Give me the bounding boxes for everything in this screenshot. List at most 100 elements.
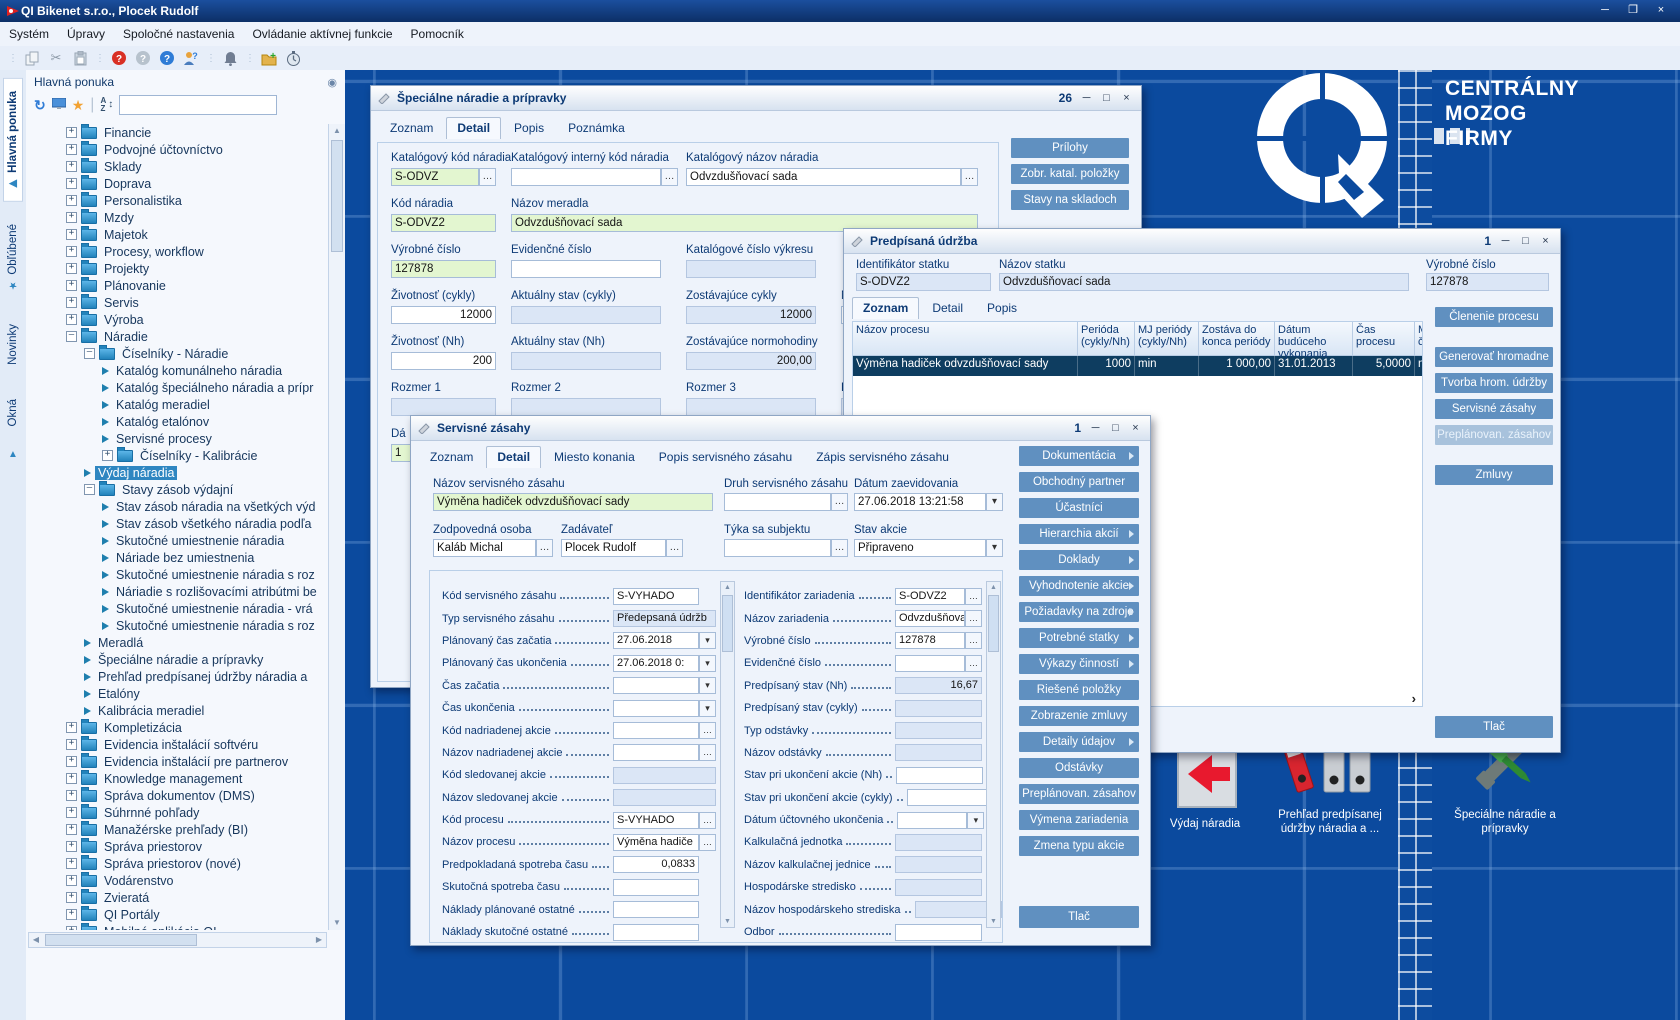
tree-expander-icon[interactable]: +	[66, 875, 77, 886]
rozmer3-field[interactable]	[686, 398, 816, 416]
tree-expander-icon[interactable]: –	[84, 484, 95, 495]
scrollbar-thumb[interactable]	[331, 140, 343, 252]
zostavajuce-normohodiny-field[interactable]: 200,00	[686, 352, 816, 370]
tree-item[interactable]: Prehľad predpísanej údržby náradia a	[26, 668, 329, 685]
tree-item[interactable]: Výdaj náradia	[26, 464, 329, 481]
field-value[interactable]	[613, 901, 699, 918]
tree-item[interactable]: – Náradie	[26, 328, 329, 345]
close-icon[interactable]: ×	[1118, 91, 1135, 106]
add-folder-icon[interactable]: +	[260, 49, 278, 67]
field-value[interactable]: S-VYHADO	[613, 812, 699, 829]
tab[interactable]: Detail	[446, 117, 501, 139]
ellipsis-button[interactable]: …	[831, 493, 848, 511]
table-header-cell[interactable]: MJ periódy (cykly/Nh)	[1135, 322, 1199, 356]
tree-expander-icon[interactable]: –	[84, 348, 95, 359]
action-button[interactable]: Tvorba hrom. údržby	[1435, 373, 1553, 393]
scrollbar-thumb[interactable]	[722, 595, 733, 652]
field-value[interactable]: 127878	[895, 632, 965, 649]
refresh-icon[interactable]: ↻	[34, 98, 46, 112]
dropdown-button[interactable]: ▾	[967, 812, 984, 829]
zivotnost-cykly-field[interactable]: 12000	[391, 306, 496, 324]
action-button[interactable]: Hierarchia akcií	[1019, 524, 1139, 544]
field-value[interactable]	[907, 789, 994, 806]
vyrobne-cislo-field[interactable]: 127878	[1426, 273, 1549, 291]
tree-item[interactable]: Náriadie s rozlišovacími atribútmi be	[26, 583, 329, 600]
tree-item[interactable]: + Mzdy	[26, 209, 329, 226]
scroll-up-arrow-icon[interactable]: ▲	[721, 582, 734, 593]
field-value[interactable]	[613, 700, 699, 717]
minimize-icon[interactable]: ─	[1087, 421, 1104, 436]
zostavajuce-cykly-field[interactable]: 12000	[686, 306, 816, 324]
tree-item[interactable]: + Súhrnné pohľady	[26, 804, 329, 821]
tree-item[interactable]: + Kompletizácia	[26, 719, 329, 736]
action-button[interactable]: Členenie procesu	[1435, 307, 1553, 327]
tree-expander-icon[interactable]: +	[66, 739, 77, 750]
tree-item[interactable]: + Mobilné aplikácie QI	[26, 923, 329, 930]
table-header-cell[interactable]: Dátum budúceho vykonania	[1275, 322, 1353, 356]
action-button[interactable]: Zobr. katal. položky	[1011, 164, 1129, 184]
field-value[interactable]	[613, 677, 699, 694]
action-button[interactable]: Výmena zariadenia	[1019, 810, 1139, 830]
aktualny-stav-cykly-field[interactable]	[511, 306, 661, 324]
scroll-down-arrow-icon[interactable]: ▼	[329, 916, 345, 930]
print-button[interactable]: Tlač	[1435, 716, 1553, 738]
field-value[interactable]	[613, 722, 699, 739]
ellipsis-button[interactable]: …	[831, 539, 848, 557]
scroll-left-arrow-icon[interactable]: ◀	[29, 933, 43, 947]
menu-item[interactable]: Pomocník	[402, 27, 473, 41]
tree-item[interactable]: + Správa dokumentov (DMS)	[26, 787, 329, 804]
minimize-icon[interactable]: ─	[1497, 234, 1514, 249]
ellipsis-button[interactable]: …	[699, 812, 716, 829]
tree-expander-icon[interactable]: +	[66, 892, 77, 903]
field-value[interactable]	[895, 700, 982, 717]
dropdown-button[interactable]: ▾	[699, 655, 716, 672]
app-maximize-button[interactable]: ❐	[1620, 3, 1646, 19]
tree-item[interactable]: – Číselníky - Náradie	[26, 345, 329, 362]
table-header-cell[interactable]: Zostáva do konca periódy	[1199, 322, 1275, 356]
window-titlebar[interactable]: Servisné zásahy 1 ─ □ ×	[411, 416, 1150, 441]
scrollbar-thumb[interactable]	[988, 595, 999, 652]
sort-az-icon[interactable]: AZ	[100, 97, 106, 113]
left-column-scrollbar[interactable]: ▲ ▼	[720, 581, 735, 928]
dropdown-button[interactable]: ▾	[699, 677, 716, 694]
field-value[interactable]: S-VYHADO	[613, 588, 699, 605]
scroll-right-arrow-icon[interactable]: ▶	[312, 933, 326, 947]
field-value[interactable]	[613, 789, 716, 806]
minimize-icon[interactable]: ─	[1078, 91, 1095, 106]
tree-expander-icon[interactable]: +	[66, 178, 77, 189]
table-header-cell[interactable]: Perióda (cykly/Nh)	[1078, 322, 1135, 356]
tree-item[interactable]: Katalóg špeciálneho náradia a prípr	[26, 379, 329, 396]
rozmer2-field[interactable]	[511, 398, 661, 416]
tab[interactable]: Poznámka	[557, 117, 636, 139]
sidebar-tab[interactable]: Novinky	[4, 312, 22, 377]
stav-akcie-field[interactable]: Připraveno	[854, 539, 986, 557]
dropdown-button[interactable]: ▾	[986, 539, 1003, 557]
field-value[interactable]: Odvzdušňovac	[895, 610, 965, 627]
tree-vertical-scrollbar[interactable]: ▲ ▼	[328, 124, 345, 930]
close-icon[interactable]: ×	[1127, 421, 1144, 436]
ellipsis-button[interactable]: …	[965, 588, 982, 605]
field-value[interactable]	[897, 812, 967, 829]
tree-item[interactable]: Špeciálne náradie a prípravky	[26, 651, 329, 668]
table-header-cell[interactable]: Čas procesu	[1353, 322, 1415, 356]
tree-item[interactable]: Stav zásob všetkého náradia podľa	[26, 515, 329, 532]
tree-item[interactable]: Stav zásob náradia na všetkých výd	[26, 498, 329, 515]
tree-item[interactable]: + Servis	[26, 294, 329, 311]
action-button[interactable]: Zobrazenie zmluvy	[1019, 706, 1139, 726]
tree-expander-icon[interactable]: +	[66, 773, 77, 784]
tab[interactable]: Popis	[976, 297, 1028, 319]
sidebar-tab[interactable]: ★ Obľúbené	[4, 212, 22, 303]
kat-cislo-vykresu-field[interactable]	[686, 260, 816, 278]
tree-expander-icon[interactable]: +	[66, 229, 77, 240]
tree-expander-icon[interactable]: +	[66, 297, 77, 308]
tree-item[interactable]: + Vodárenstvo	[26, 872, 329, 889]
field-value[interactable]	[895, 924, 982, 941]
field-value[interactable]: 16,67	[895, 677, 982, 694]
action-button[interactable]: Prílohy	[1011, 138, 1129, 158]
zivotnost-nh-field[interactable]: 200	[391, 352, 496, 370]
field-value[interactable]: Předepsaná údržb	[613, 610, 716, 627]
menu-item[interactable]: Spoločné nastavenia	[114, 27, 243, 41]
window-titlebar[interactable]: Špeciálne náradie a prípravky 26 ─ □ ×	[371, 86, 1141, 111]
window-titlebar[interactable]: Predpísaná údržba 1 ─ □ ×	[844, 229, 1560, 254]
ellipsis-button[interactable]: …	[661, 168, 678, 186]
